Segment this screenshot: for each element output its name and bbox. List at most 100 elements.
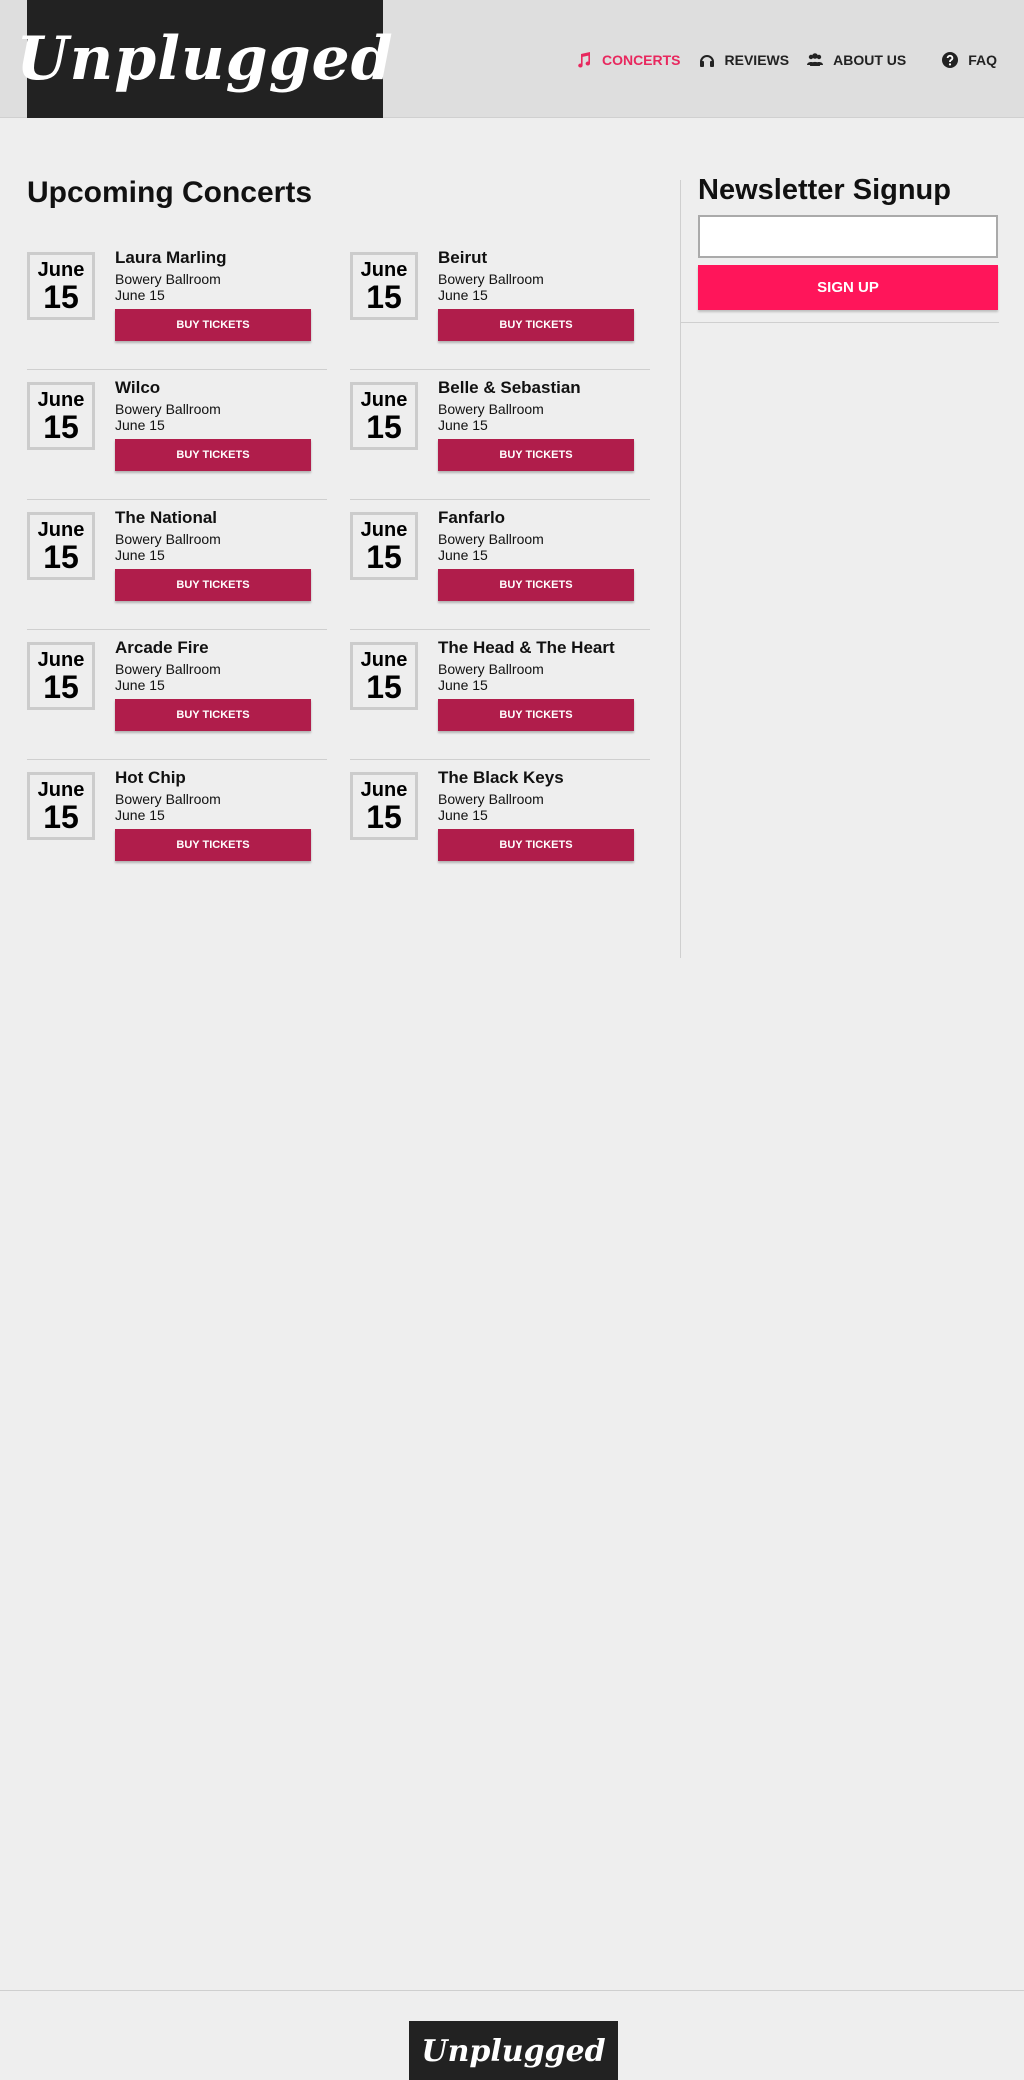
newsletter-email-input[interactable] xyxy=(698,215,998,258)
date-day: 15 xyxy=(43,668,79,705)
date-month: June xyxy=(37,388,85,411)
concert-list-right: June 15 Beirut Bowery Ballroom June 15 B… xyxy=(350,240,650,890)
concert-item: June 15 Hot Chip Bowery Ballroom June 15… xyxy=(27,760,327,890)
concert-date: June 15 xyxy=(115,287,165,303)
band-name: The Head & The Heart xyxy=(438,638,615,657)
headphones-icon xyxy=(699,52,715,68)
music-note-icon xyxy=(576,52,592,68)
date-month: June xyxy=(37,258,85,281)
newsletter-title: Newsletter Signup xyxy=(698,174,951,206)
venue: Bowery Ballroom xyxy=(438,791,544,807)
venue: Bowery Ballroom xyxy=(438,661,544,677)
concert-date: June 15 xyxy=(115,417,165,433)
date-month: June xyxy=(37,778,85,801)
concert-item: June 15 Wilco Bowery Ballroom June 15 Bu… xyxy=(27,370,327,500)
nav-item-about-us[interactable]: About Us xyxy=(807,52,906,68)
site-logo[interactable]: Unplugged xyxy=(16,0,393,118)
main-nav: Concerts Reviews About Us FAQ xyxy=(558,52,997,68)
venue: Bowery Ballroom xyxy=(438,531,544,547)
concert-item: June 15 The National Bowery Ballroom Jun… xyxy=(27,500,327,630)
date-badge: June 15 xyxy=(350,512,418,580)
concert-info: Laura Marling Bowery Ballroom June 15 Bu… xyxy=(115,248,311,341)
date-day: 15 xyxy=(366,668,402,705)
concert-date: June 15 xyxy=(115,547,165,563)
newsletter-sidebar: Newsletter Signup Sign Up xyxy=(680,174,999,958)
band-name: Belle & Sebastian xyxy=(438,378,581,397)
concert-info: The National Bowery Ballroom June 15 Buy… xyxy=(115,508,311,601)
date-day: 15 xyxy=(366,538,402,575)
nav-item-reviews[interactable]: Reviews xyxy=(699,52,790,68)
band-name: Wilco xyxy=(115,378,161,397)
buy-tickets-button[interactable]: Buy Tickets xyxy=(115,569,311,601)
concert-item: June 15 Laura Marling Bowery Ballroom Ju… xyxy=(27,240,327,370)
venue: Bowery Ballroom xyxy=(115,531,221,547)
nav-item-label: About Us xyxy=(833,52,907,68)
concert-date: June 15 xyxy=(438,807,488,823)
buy-tickets-button[interactable]: Buy Tickets xyxy=(115,829,311,861)
nav-item-faq[interactable]: FAQ xyxy=(942,52,997,68)
date-badge: June 15 xyxy=(27,382,95,450)
band-name: Fanfarlo xyxy=(438,508,506,527)
band-name: The National xyxy=(115,508,218,527)
concert-date: June 15 xyxy=(438,287,488,303)
date-badge: June 15 xyxy=(27,252,95,320)
sign-up-button[interactable]: Sign Up xyxy=(698,265,998,310)
concert-item: June 15 Fanfarlo Bowery Ballroom June 15… xyxy=(350,500,650,630)
buy-tickets-button[interactable]: Buy Tickets xyxy=(115,699,311,731)
nav-item-label: FAQ xyxy=(968,52,997,68)
band-name: Hot Chip xyxy=(115,768,186,787)
date-day: 15 xyxy=(43,798,79,835)
date-month: June xyxy=(360,258,408,281)
concert-date: June 15 xyxy=(438,677,488,693)
footer-logo-text: Unplugged xyxy=(421,2033,606,2069)
nav-item-label: Reviews xyxy=(724,52,790,68)
buy-tickets-button[interactable]: Buy Tickets xyxy=(115,439,311,471)
date-day: 15 xyxy=(366,278,402,315)
date-month: June xyxy=(360,388,408,411)
site-logo-text: Unplugged xyxy=(16,24,394,94)
concert-info: Hot Chip Bowery Ballroom June 15 Buy Tic… xyxy=(115,768,311,861)
date-day: 15 xyxy=(43,408,79,445)
concert-info: Arcade Fire Bowery Ballroom June 15 Buy … xyxy=(115,638,311,731)
buy-tickets-button[interactable]: Buy Tickets xyxy=(438,829,634,861)
concert-item: June 15 Arcade Fire Bowery Ballroom June… xyxy=(27,630,327,760)
date-day: 15 xyxy=(43,538,79,575)
concert-item: June 15 Beirut Bowery Ballroom June 15 B… xyxy=(350,240,650,370)
concert-info: Fanfarlo Bowery Ballroom June 15 Buy Tic… xyxy=(438,508,634,601)
concert-info: Beirut Bowery Ballroom June 15 Buy Ticke… xyxy=(438,248,634,341)
date-day: 15 xyxy=(366,408,402,445)
concert-item: June 15 The Head & The Heart Bowery Ball… xyxy=(350,630,650,760)
nav-item-concerts[interactable]: Concerts xyxy=(576,52,681,68)
concert-info: Wilco Bowery Ballroom June 15 Buy Ticket… xyxy=(115,378,311,471)
date-badge: June 15 xyxy=(350,252,418,320)
concert-info: The Black Keys Bowery Ballroom June 15 B… xyxy=(438,768,634,861)
site-header: Unplugged Concerts Reviews About Us FAQ xyxy=(0,0,1024,118)
concert-date: June 15 xyxy=(438,547,488,563)
date-badge: June 15 xyxy=(350,772,418,840)
buy-tickets-button[interactable]: Buy Tickets xyxy=(438,309,634,341)
sidebar-divider xyxy=(681,322,999,323)
concert-list-left: June 15 Laura Marling Bowery Ballroom Ju… xyxy=(27,240,327,890)
band-name: Arcade Fire xyxy=(115,638,209,657)
band-name: Beirut xyxy=(438,248,488,267)
users-icon xyxy=(807,52,824,68)
footer-logo[interactable]: Unplugged xyxy=(409,2021,618,2080)
buy-tickets-button[interactable]: Buy Tickets xyxy=(438,439,634,471)
buy-tickets-button[interactable]: Buy Tickets xyxy=(438,699,634,731)
date-badge: June 15 xyxy=(27,512,95,580)
date-badge: June 15 xyxy=(350,382,418,450)
venue: Bowery Ballroom xyxy=(115,661,221,677)
venue: Bowery Ballroom xyxy=(115,791,221,807)
date-month: June xyxy=(360,518,408,541)
venue: Bowery Ballroom xyxy=(115,271,221,287)
venue: Bowery Ballroom xyxy=(438,401,544,417)
buy-tickets-button[interactable]: Buy Tickets xyxy=(438,569,634,601)
date-badge: June 15 xyxy=(350,642,418,710)
venue: Bowery Ballroom xyxy=(115,401,221,417)
nav-item-label: Concerts xyxy=(601,52,681,68)
date-month: June xyxy=(37,518,85,541)
concert-date: June 15 xyxy=(115,677,165,693)
concert-info: The Head & The Heart Bowery Ballroom Jun… xyxy=(438,638,634,731)
concert-info: Belle & Sebastian Bowery Ballroom June 1… xyxy=(438,378,634,471)
buy-tickets-button[interactable]: Buy Tickets xyxy=(115,309,311,341)
